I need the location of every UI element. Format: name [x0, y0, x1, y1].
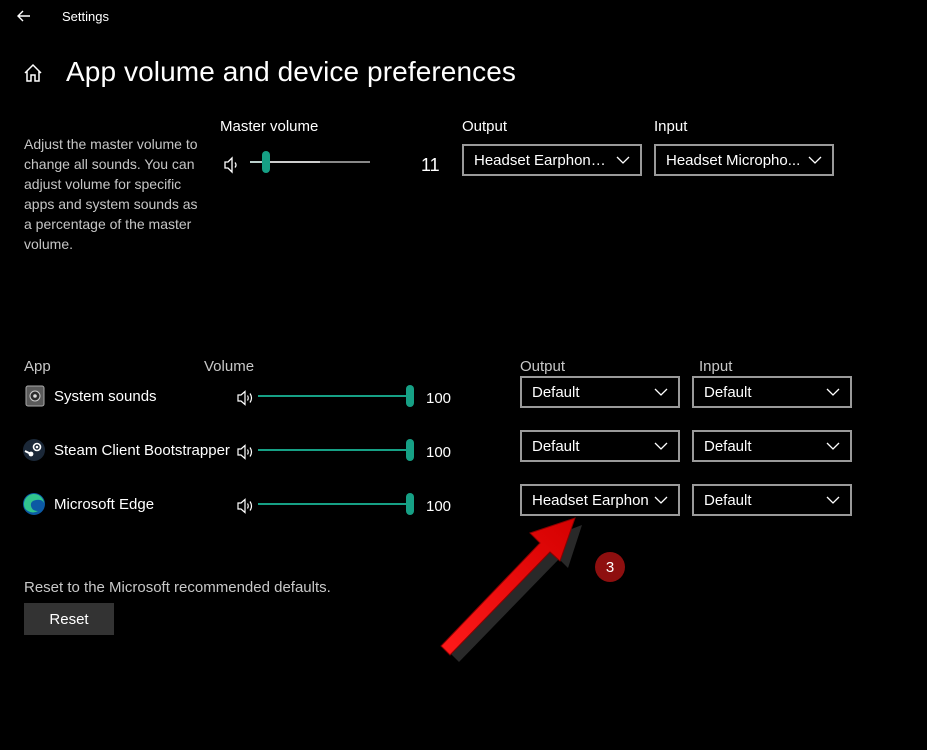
app-input-dropdown[interactable]: Default	[692, 430, 852, 462]
chevron-down-icon	[654, 442, 668, 450]
master-volume-value: 11	[421, 155, 440, 175]
app-volume-slider[interactable]	[258, 439, 414, 461]
app-volume-fill	[258, 395, 410, 397]
app-input-value: Default	[704, 383, 752, 401]
annotation-badge: 3	[595, 552, 625, 582]
app-volume-fill	[258, 503, 410, 505]
column-header-volume: Volume	[204, 358, 255, 375]
chevron-down-icon	[826, 442, 840, 450]
master-output-value: Headset Earphone...	[474, 151, 610, 169]
reset-description: Reset to the Microsoft recommended defau…	[24, 579, 331, 596]
column-header-input: Input	[699, 358, 733, 375]
column-header-app: App	[24, 358, 51, 375]
app-output-dropdown[interactable]: Default	[520, 430, 680, 462]
master-input-value: Headset Micropho...	[666, 151, 801, 169]
app-input-value: Default	[704, 491, 752, 509]
window-title: Settings	[62, 9, 109, 24]
speaker-low-icon[interactable]	[223, 156, 241, 174]
master-output-label: Output	[462, 118, 508, 135]
edge-icon	[22, 492, 46, 516]
master-volume-label: Master volume	[220, 118, 319, 135]
chevron-down-icon	[826, 388, 840, 396]
app-input-dropdown[interactable]: Default	[692, 484, 852, 516]
app-name: Microsoft Edge	[54, 496, 155, 513]
app-volume-value: 100	[426, 390, 452, 407]
master-input-dropdown[interactable]: Headset Micropho...	[654, 144, 834, 176]
app-output-value: Default	[532, 383, 580, 401]
app-name: System sounds	[54, 388, 157, 405]
page-description: Adjust the master volume to change all s…	[24, 136, 198, 252]
app-volume-slider[interactable]	[258, 493, 414, 515]
reset-button[interactable]: Reset	[24, 603, 114, 635]
chevron-down-icon	[654, 494, 668, 506]
app-name: Steam Client Bootstrapper	[54, 442, 230, 459]
app-volume-value: 100	[426, 444, 452, 461]
home-icon[interactable]	[22, 62, 44, 84]
master-volume-peak	[250, 161, 320, 163]
app-input-dropdown[interactable]: Default	[692, 376, 852, 408]
app-input-value: Default	[704, 437, 752, 455]
app-volume-slider[interactable]	[258, 385, 414, 407]
master-input-label: Input	[654, 118, 688, 135]
app-volume-fill	[258, 449, 410, 451]
app-output-dropdown[interactable]: Default	[520, 376, 680, 408]
system-sounds-icon	[23, 384, 47, 408]
page-title: App volume and device preferences	[66, 56, 517, 87]
master-output-dropdown[interactable]: Headset Earphone...	[462, 144, 642, 176]
app-volume-thumb[interactable]	[406, 439, 414, 461]
annotation-arrow-icon	[440, 517, 582, 662]
column-header-output: Output	[520, 358, 566, 375]
app-volume-value: 100	[426, 498, 452, 515]
app-volume-thumb[interactable]	[406, 385, 414, 407]
speaker-icon[interactable]	[237, 498, 255, 514]
chevron-down-icon	[826, 496, 840, 504]
speaker-icon[interactable]	[237, 390, 255, 406]
chevron-down-icon	[808, 156, 822, 164]
master-volume-thumb[interactable]	[262, 151, 270, 173]
steam-icon	[22, 438, 46, 462]
app-output-value: Default	[532, 437, 580, 455]
speaker-icon[interactable]	[237, 444, 255, 460]
master-volume-slider[interactable]	[250, 151, 370, 173]
back-arrow-icon[interactable]	[14, 6, 34, 26]
chevron-down-icon	[616, 156, 630, 164]
app-volume-thumb[interactable]	[406, 493, 414, 515]
app-output-value: Headset Earphone	[532, 491, 648, 509]
chevron-down-icon	[654, 388, 668, 396]
app-output-dropdown[interactable]: Headset Earphone	[520, 484, 680, 516]
